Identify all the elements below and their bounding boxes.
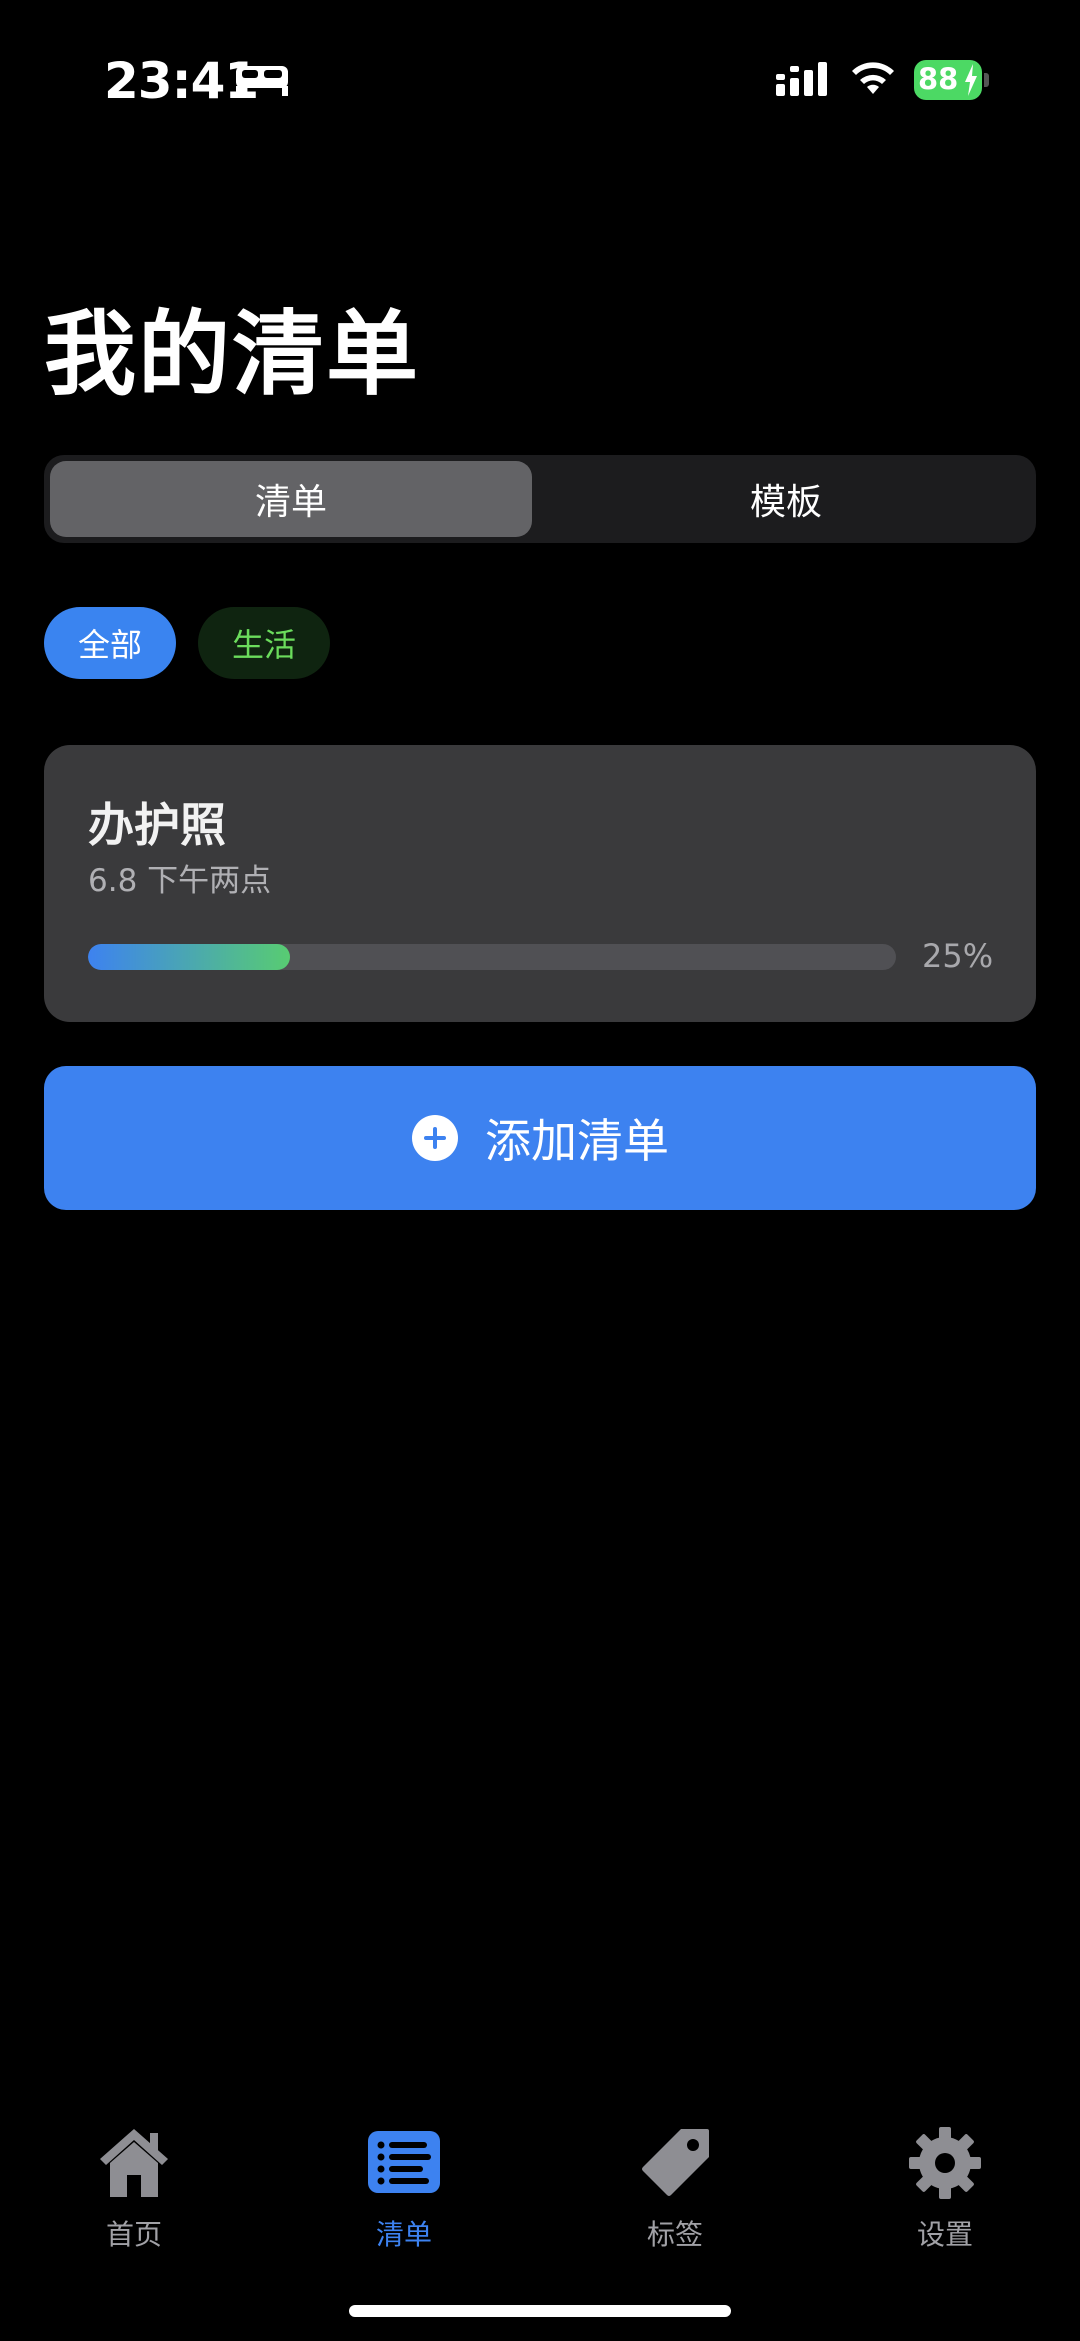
tag-icon bbox=[642, 2129, 709, 2196]
tab-list[interactable]: 清单 bbox=[324, 2125, 484, 2255]
bed-icon bbox=[236, 66, 288, 96]
home-indicator[interactable] bbox=[349, 2305, 731, 2317]
status-bar: 23:41 88 bbox=[0, 0, 1080, 160]
gear-icon bbox=[909, 2127, 981, 2199]
wifi-icon bbox=[852, 62, 894, 94]
segmented-control: 清单 模板 bbox=[44, 455, 1036, 543]
tab-settings[interactable]: 设置 bbox=[865, 2125, 1025, 2255]
screen: 23:41 88 我的清单 清单 模板 全部 生活 办护照 6.8 下午两点 2… bbox=[0, 0, 1080, 2341]
checklist-card[interactable]: 办护照 6.8 下午两点 25% bbox=[44, 745, 1036, 1022]
segment-templates[interactable]: 模板 bbox=[542, 461, 1030, 537]
tab-tags[interactable]: 标签 bbox=[595, 2125, 755, 2255]
list-icon bbox=[368, 2131, 440, 2193]
checklist-subtitle: 6.8 下午两点 bbox=[88, 863, 272, 899]
checklist-title: 办护照 bbox=[88, 798, 226, 852]
filter-chip-all[interactable]: 全部 bbox=[44, 607, 176, 679]
page-title: 我的清单 bbox=[44, 301, 421, 408]
charging-bolt-icon bbox=[965, 64, 977, 96]
segment-lists[interactable]: 清单 bbox=[50, 461, 532, 537]
house-icon bbox=[100, 2129, 168, 2197]
signal-icon bbox=[776, 62, 827, 96]
battery-tip bbox=[984, 73, 989, 87]
tab-tags-label: 标签 bbox=[646, 2218, 703, 2251]
tab-settings-label: 设置 bbox=[916, 2218, 973, 2251]
progress-percent: 25% bbox=[922, 937, 994, 975]
battery-icon: 88 bbox=[914, 60, 990, 100]
plus-circle-icon bbox=[412, 1115, 458, 1161]
tab-home-label: 首页 bbox=[105, 2218, 162, 2251]
add-checklist-button[interactable]: 添加清单 bbox=[44, 1066, 1036, 1210]
filter-chip-life[interactable]: 生活 bbox=[198, 607, 330, 679]
progress-fill bbox=[88, 944, 290, 970]
add-checklist-label: 添加清单 bbox=[485, 1114, 669, 1168]
tab-home[interactable]: 首页 bbox=[54, 2125, 214, 2255]
battery-level: 88 bbox=[918, 62, 959, 96]
progress-bar bbox=[88, 944, 896, 970]
tab-list-label: 清单 bbox=[375, 2218, 432, 2251]
